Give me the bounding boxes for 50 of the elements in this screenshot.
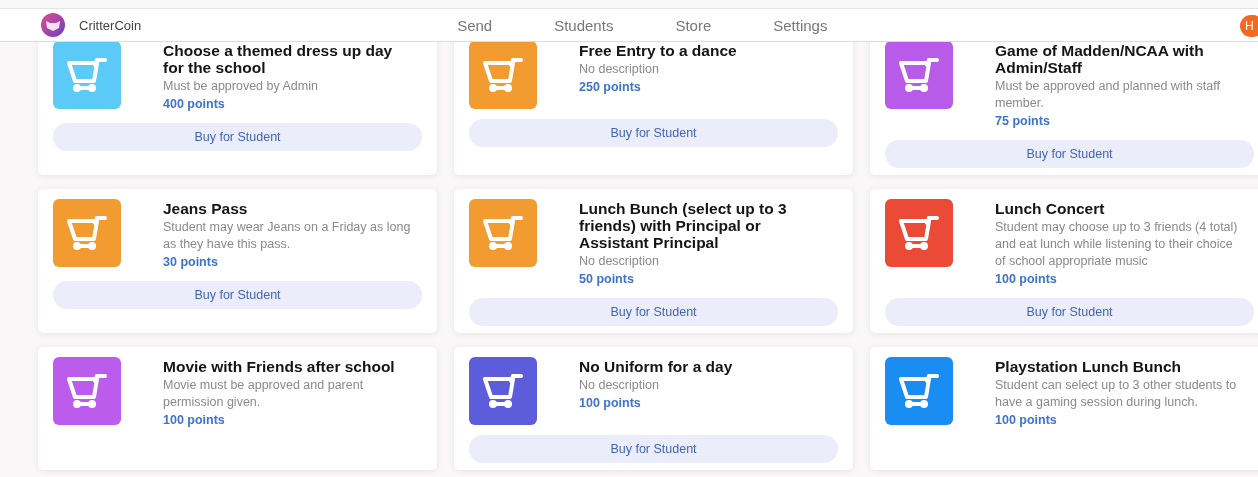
item-points: 30 points — [163, 254, 219, 271]
brand-name: CritterCoin — [79, 17, 142, 33]
item-title: Lunch Concert — [995, 200, 1106, 217]
item-points: 75 points — [995, 113, 1051, 130]
nav-link[interactable]: Students — [554, 14, 614, 36]
item-description: Must be approved and planned with staff member. — [995, 78, 1221, 112]
cart-icon — [899, 373, 939, 409]
logo-icon — [38, 13, 68, 37]
item-description: No description — [579, 377, 660, 394]
item-title: Movie with Friends after school — [163, 358, 396, 375]
user-avatar[interactable]: H — [1240, 15, 1258, 37]
item-description: No description — [579, 61, 660, 78]
item-points: 50 points — [579, 271, 635, 288]
cart-icon — [483, 373, 523, 409]
nav-link[interactable]: Settings — [773, 14, 828, 36]
cart-icon — [67, 215, 107, 251]
item-title: Choose a themed dress up day for the school — [163, 42, 394, 76]
item-points: 100 points — [995, 271, 1058, 288]
cart-icon — [67, 373, 107, 409]
item-title: Game of Madden/NCAA with Admin/Staff — [995, 42, 1205, 76]
cart-icon — [483, 215, 523, 251]
item-points: 100 points — [579, 395, 642, 412]
nav-link[interactable]: Send — [457, 14, 493, 36]
item-points: 100 points — [163, 412, 226, 429]
buy-button[interactable]: Buy for Student — [885, 298, 1254, 326]
buy-button[interactable]: Buy for Student — [885, 140, 1254, 168]
cart-icon — [899, 57, 939, 93]
item-title: Playstation Lunch Bunch — [995, 358, 1182, 375]
item-points: 250 points — [579, 79, 642, 96]
cart-icon — [67, 57, 107, 93]
item-description: Student may wear Jeans on a Friday as long as they have this pass. — [163, 219, 412, 253]
item-points: 100 points — [995, 412, 1058, 429]
item-title: No Uniform for a day — [579, 358, 734, 375]
item-description: Movie must be approved and parent permission given. — [163, 377, 365, 411]
buy-button[interactable]: Buy for Student — [53, 123, 422, 151]
item-title: Lunch Bunch (select up to 3 friends) with Principal or Assistant Principal — [579, 200, 788, 251]
cart-icon — [899, 215, 939, 251]
item-title: Free Entry to a dance — [579, 42, 738, 59]
item-title: Jeans Pass — [163, 200, 249, 217]
buy-button[interactable]: Buy for Student — [469, 119, 838, 147]
buy-button[interactable]: Buy for Student — [469, 435, 838, 463]
cart-icon — [483, 57, 523, 93]
item-points: 400 points — [163, 96, 226, 113]
buy-button[interactable]: Buy for Student — [469, 298, 838, 326]
item-description: Student can select up to 3 other students to have a gaming session during lunch. — [995, 377, 1238, 411]
item-description: No description — [579, 253, 660, 270]
nav-link[interactable]: Store — [675, 14, 712, 36]
buy-button[interactable]: Buy for Student — [53, 281, 422, 309]
item-description: Student may choose up to 3 friends (4 total) and eat lunch while listening to their choice of school appropriate music — [995, 219, 1239, 270]
item-description: Must be approved by Admin — [163, 78, 319, 95]
